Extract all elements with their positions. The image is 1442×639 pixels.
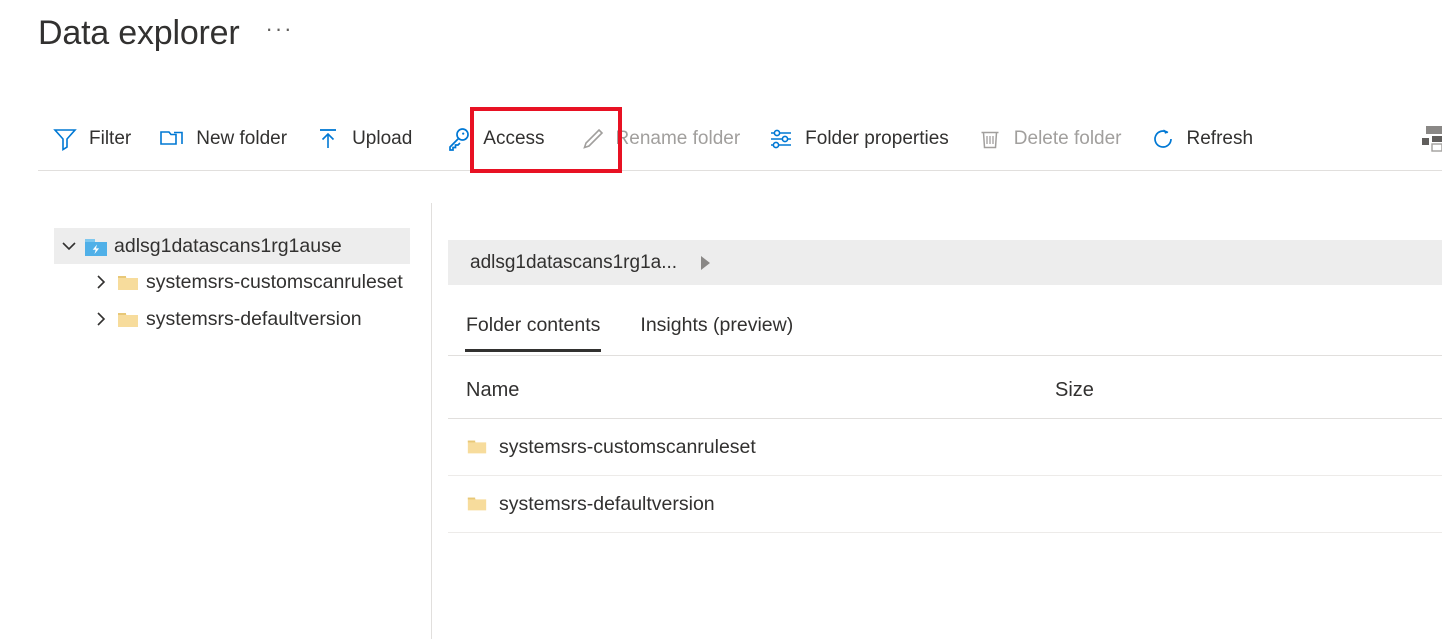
row-name-label: systemsrs-customscanruleset <box>499 436 756 459</box>
caret-right-icon[interactable] <box>701 256 710 270</box>
tab-label-folder-contents: Folder contents <box>466 314 600 336</box>
folder-icon <box>466 493 488 515</box>
folder-icon <box>466 436 488 458</box>
tree-view-icon[interactable] <box>1420 122 1442 156</box>
tab-label-insights-preview: Insights (preview) <box>640 314 793 336</box>
toolbar-button-refresh[interactable]: Refresh <box>1136 108 1268 170</box>
toolbar-button-new-folder[interactable]: New folder <box>145 108 301 170</box>
tree-node-storage-account[interactable]: adlsg1datascans1rg1ause <box>54 228 410 264</box>
chevron-right-icon[interactable] <box>92 306 110 332</box>
toolbar-label-new-folder: New folder <box>196 128 287 150</box>
tree-node-systemsrs-customscanruleset[interactable]: systemsrs-customscanruleset <box>54 264 410 301</box>
chevron-right-icon[interactable] <box>92 269 110 295</box>
chevron-down-icon[interactable] <box>60 233 78 259</box>
row-name-cell: systemsrs-customscanruleset <box>466 436 1055 459</box>
folder-contents-grid: Name Size systemsrs-customscanruleset <box>448 363 1442 533</box>
data-explorer-page: Data explorer ··· Filter New folder Uplo… <box>0 0 1442 639</box>
toolbar-label-folder-properties: Folder properties <box>805 128 949 150</box>
toolbar-label-access: Access <box>483 128 544 150</box>
column-header-name[interactable]: Name <box>466 379 1055 402</box>
toolbar-button-rename-folder: Rename folder <box>565 108 755 170</box>
page-title: Data explorer <box>38 10 240 56</box>
more-options-icon[interactable]: ··· <box>262 15 298 51</box>
toolbar-label-upload: Upload <box>352 128 412 150</box>
refresh-icon <box>1150 126 1176 152</box>
toolbar-button-access[interactable]: Access <box>432 108 558 170</box>
tab-insights-preview[interactable]: Insights (preview) <box>622 310 811 351</box>
folder-icon <box>116 271 140 295</box>
table-row[interactable]: systemsrs-customscanruleset <box>448 419 1442 476</box>
breadcrumb-label: adlsg1datascans1rg1a... <box>470 252 677 274</box>
toolbar-button-upload[interactable]: Upload <box>301 108 426 170</box>
toolbar-button-filter[interactable]: Filter <box>38 108 145 170</box>
toolbar-button-folder-properties[interactable]: Folder properties <box>754 108 963 170</box>
toolbar-label-rename-folder: Rename folder <box>616 128 741 150</box>
key-icon <box>446 126 472 152</box>
panel-divider <box>431 203 432 639</box>
toolbar-label-delete-folder: Delete folder <box>1014 128 1122 150</box>
trash-icon <box>977 126 1003 152</box>
toolbar-label-refresh: Refresh <box>1187 128 1254 150</box>
row-name-cell: systemsrs-defaultversion <box>466 493 1055 516</box>
row-name-label: systemsrs-defaultversion <box>499 493 715 516</box>
tree-node-label-child-1: systemsrs-defaultversion <box>146 306 362 333</box>
grid-header-row: Name Size <box>448 363 1442 419</box>
content-tabs: Folder contents Insights (preview) <box>448 310 1442 356</box>
tree-node-label-child-0: systemsrs-customscanruleset <box>146 269 403 296</box>
column-header-size[interactable]: Size <box>1055 379 1424 402</box>
filter-icon <box>52 126 78 152</box>
tree-node-label-root: adlsg1datascans1rg1ause <box>114 233 342 259</box>
breadcrumb[interactable]: adlsg1datascans1rg1a... <box>448 240 1442 285</box>
folder-tree: adlsg1datascans1rg1ause systemsrs-custom… <box>54 228 410 338</box>
sliders-icon <box>768 126 794 152</box>
toolbar-button-delete-folder: Delete folder <box>963 108 1136 170</box>
folder-icon <box>116 308 140 332</box>
table-row[interactable]: systemsrs-defaultversion <box>448 476 1442 533</box>
tree-node-systemsrs-defaultversion[interactable]: systemsrs-defaultversion <box>54 301 410 338</box>
new-folder-icon <box>159 126 185 152</box>
tab-folder-contents[interactable]: Folder contents <box>448 310 618 351</box>
upload-icon <box>315 126 341 152</box>
pencil-icon <box>579 126 605 152</box>
toolbar-label-filter: Filter <box>89 128 131 150</box>
page-header: Data explorer ··· <box>38 10 297 56</box>
command-toolbar: Filter New folder Upload Access <box>38 107 1442 171</box>
storage-account-icon <box>84 235 108 259</box>
